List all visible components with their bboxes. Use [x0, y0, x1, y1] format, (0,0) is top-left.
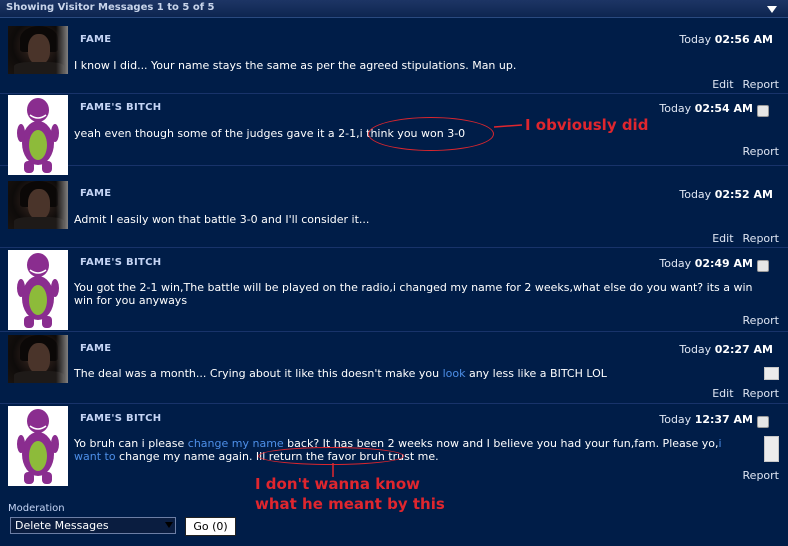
inline-link[interactable]: change my name — [188, 437, 284, 450]
author-name[interactable]: FAME'S BITCH — [80, 102, 161, 113]
inline-link[interactable]: i — [719, 437, 722, 450]
annotation-circle — [368, 117, 494, 151]
report-link[interactable]: Report — [743, 469, 779, 482]
visitor-message: FAME Today 02:27 AM The deal was a month… — [0, 332, 788, 404]
message-actions: Edit Report — [703, 232, 779, 245]
message-date: Today 02:56 AM — [679, 33, 773, 46]
report-link[interactable]: Report — [743, 232, 779, 245]
avatar[interactable] — [8, 181, 68, 229]
visitor-messages-header: Showing Visitor Messages 1 to 5 of 5 — [0, 0, 788, 18]
edit-link[interactable]: Edit — [712, 232, 733, 245]
annotation-note: I don't wanna know what he meant by this — [255, 475, 445, 513]
moderation-selected-option: Delete Messages — [15, 519, 109, 532]
message-select-checkbox[interactable] — [757, 416, 769, 428]
message-select-checkbox[interactable] — [757, 260, 769, 272]
visitor-message: FAME'S BITCH Today 02:49 AM You got the … — [0, 248, 788, 332]
author-name[interactable]: FAME'S BITCH — [80, 257, 161, 268]
white-box — [764, 367, 779, 380]
white-box — [764, 436, 779, 462]
inline-link[interactable]: look — [443, 367, 466, 380]
avatar[interactable] — [8, 95, 68, 175]
report-link[interactable]: Report — [743, 78, 779, 91]
annotation-note: I obviously did — [525, 116, 649, 134]
message-select-checkbox[interactable] — [757, 105, 769, 117]
author-name[interactable]: FAME — [80, 343, 111, 354]
message-date: Today 02:27 AM — [679, 343, 773, 356]
message-body: You got the 2-1 win,The battle will be p… — [74, 281, 753, 307]
annotation-arrow — [494, 124, 523, 128]
message-actions: Report — [734, 469, 779, 482]
author-name[interactable]: FAME — [80, 188, 111, 199]
collapse-icon[interactable] — [766, 4, 778, 14]
report-link[interactable]: Report — [743, 314, 779, 327]
message-date: Today 02:54 AM — [659, 102, 753, 115]
message-actions: Edit Report — [703, 387, 779, 400]
message-date: Today 02:49 AM — [659, 257, 753, 270]
avatar[interactable] — [8, 26, 68, 74]
message-body: Admit I easily won that battle 3-0 and I… — [74, 213, 370, 226]
report-link[interactable]: Report — [743, 145, 779, 158]
author-name[interactable]: FAME'S BITCH — [80, 413, 161, 424]
avatar[interactable] — [8, 406, 68, 486]
dropdown-arrow-icon — [161, 518, 175, 533]
edit-link[interactable]: Edit — [712, 78, 733, 91]
header-title: Showing Visitor Messages 1 to 5 of 5 — [6, 2, 215, 13]
message-actions: Report — [734, 145, 779, 158]
message-actions: Edit Report — [703, 78, 779, 91]
visitor-message: FAME Today 02:52 AM Admit I easily won t… — [0, 166, 788, 248]
inline-link[interactable]: want to — [74, 450, 116, 463]
message-body: The deal was a month... Crying about it … — [74, 367, 607, 380]
author-name[interactable]: FAME — [80, 34, 111, 45]
avatar[interactable] — [8, 335, 68, 383]
report-link[interactable]: Report — [743, 387, 779, 400]
message-actions: Report — [734, 314, 779, 327]
moderation-select[interactable]: Delete Messages — [10, 517, 176, 534]
visitor-message: FAME Today 02:56 AM I know I did... Your… — [0, 18, 788, 94]
message-date: Today 12:37 AM — [659, 413, 753, 426]
message-body: Yo bruh can i please change my name back… — [74, 437, 722, 463]
go-button[interactable]: Go (0) — [185, 517, 236, 536]
message-date: Today 02:52 AM — [679, 188, 773, 201]
edit-link[interactable]: Edit — [712, 387, 733, 400]
message-body: I know I did... Your name stays the same… — [74, 59, 517, 72]
avatar[interactable] — [8, 250, 68, 330]
moderation-label: Moderation — [8, 503, 65, 514]
